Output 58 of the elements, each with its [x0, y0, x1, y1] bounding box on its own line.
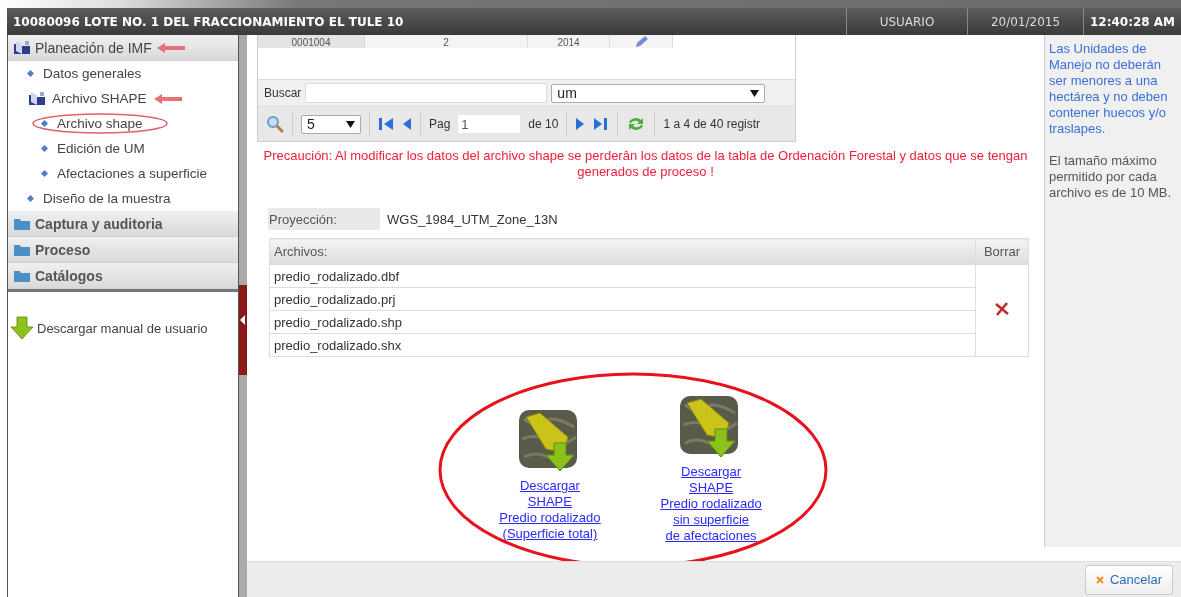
bullet-icon: [26, 69, 35, 78]
record-count: 1 a 4 de 40 registr: [663, 117, 761, 131]
projection-label: Proyección:: [268, 208, 380, 230]
bullet-icon: [26, 194, 35, 203]
file-name-cell: predio_rodalizado.prj: [269, 287, 976, 311]
menu-item[interactable]: Diseño de la muestra: [43, 191, 171, 206]
search-field[interactable]: [305, 83, 548, 103]
file-name-cell: predio_rodalizado.dbf: [269, 264, 976, 288]
file-name-cell: predio_rodalizado.shx: [269, 333, 976, 357]
last-page-icon[interactable]: [593, 116, 610, 132]
splitter[interactable]: [239, 35, 247, 597]
folder-icon: [13, 216, 31, 231]
menu-item[interactable]: Edición de UM: [57, 141, 145, 156]
bullet-icon: [40, 144, 49, 153]
info-text: El tamaño máximo permitido por cada archivo es de 10 MB.: [1049, 153, 1173, 201]
bullet-icon: [40, 119, 49, 128]
download-link[interactable]: Descargar SHAPE Predio rodalizado sin superficie de afectaciones: [660, 464, 762, 544]
previous-page-icon[interactable]: [402, 116, 412, 132]
window-title: 10080096 LOTE NO. 1 DEL FRACCIONAMIENTO EL TULE 10: [12, 13, 405, 31]
delete-button[interactable]: [994, 302, 1010, 316]
manual-download-link[interactable]: Descargar manual de usuario: [10, 316, 238, 340]
user-name: USUARIO: [846, 8, 967, 35]
open-folder-icon: [28, 91, 46, 106]
menu-item[interactable]: Datos generales: [43, 66, 142, 81]
table-cell: 2: [365, 35, 528, 48]
table-cell: 0001004: [258, 35, 365, 48]
bullet-icon: [40, 169, 49, 178]
next-page-icon[interactable]: [575, 116, 586, 132]
page-field[interactable]: 1: [458, 115, 521, 133]
download-arrow-icon: [10, 316, 34, 340]
page-total: de 10: [528, 117, 559, 131]
folder-icon: [13, 242, 31, 257]
menu-item[interactable]: Afectaciones a superficie: [57, 166, 208, 181]
search-icon[interactable]: [266, 115, 284, 133]
info-text: Las Unidades de Manejo no deberán ser menores a una hectárea y no deben contener huecos y/o traslapes.: [1049, 41, 1169, 137]
open-folder-icon: [13, 40, 31, 55]
caret-icon: [346, 120, 355, 128]
accordion-header[interactable]: Proceso: [8, 237, 238, 263]
field-select[interactable]: um: [551, 83, 766, 103]
download-link[interactable]: Descargar SHAPE Predio rodalizado (Superficie total): [499, 478, 601, 542]
accordion-header[interactable]: Planeación de IMF: [8, 35, 238, 61]
menu-item[interactable]: Archivo SHAPE: [52, 91, 147, 106]
column-header: Borrar: [975, 238, 1029, 265]
page-size-select[interactable]: 5: [301, 114, 361, 134]
folder-icon: [13, 268, 31, 283]
search-label: Buscar: [264, 86, 302, 100]
close-icon: [1095, 575, 1104, 584]
first-page-icon[interactable]: [378, 116, 394, 132]
column-header: Archivos:: [269, 238, 976, 265]
projection-value: WGS_1984_UTM_Zone_13N: [387, 211, 558, 227]
caret-icon: [750, 89, 760, 97]
page-label: Pag: [429, 117, 451, 131]
accordion-header[interactable]: Captura y auditoria: [8, 211, 238, 237]
warning-message: Precaución: Al modificar los datos del archivo shape se perderân los datos de la tabla de Ordenación Forestal y datos que se tengan generados de proceso !: [262, 148, 1029, 180]
file-name-cell: predio_rodalizado.shp: [269, 310, 976, 334]
table-cell: 2014: [528, 35, 610, 48]
cancel-button[interactable]: Cancelar: [1084, 564, 1173, 595]
accordion-header[interactable]: Catálogos: [8, 263, 238, 289]
